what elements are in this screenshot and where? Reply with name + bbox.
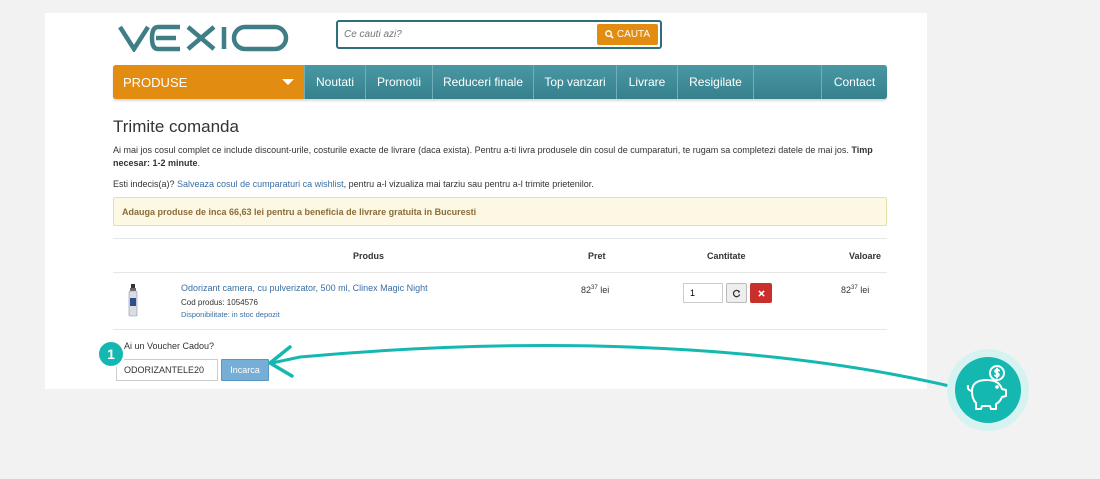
product-value: 8237 lei [841, 285, 869, 295]
value-int: 82 [841, 285, 852, 295]
wishlist-link[interactable]: Salveaza cosul de cumparaturi ca wishlis… [177, 179, 344, 189]
product-name-link[interactable]: Odorizant camera, cu pulverizator, 500 m… [181, 283, 428, 293]
free-shipping-notice: Adauga produse de inca 66,63 lei pentru … [113, 197, 887, 226]
table-row: Odorizant camera, cu pulverizator, 500 m… [113, 273, 887, 330]
value-currency: lei [860, 285, 870, 295]
product-code: Cod produs: 1054576 [181, 298, 258, 307]
checkout-section: Trimite comanda Ai mai jos cosul complet… [113, 117, 887, 226]
header-value: Valoare [849, 251, 882, 261]
products-menu-label: PRODUSE [123, 74, 188, 90]
quantity-input[interactable] [683, 283, 723, 303]
nav-item-top-vanzari[interactable]: Top vanzari [533, 65, 616, 99]
voucher-apply-button[interactable]: Incarca [221, 359, 269, 381]
nav-item-livrare[interactable]: Livrare [616, 65, 677, 99]
nav-item-empty [753, 65, 821, 99]
search-icon [605, 30, 614, 39]
nav-item-noutati[interactable]: Noutati [304, 65, 365, 99]
refresh-icon [732, 289, 741, 297]
product-price: 8237 lei [581, 285, 609, 295]
page-title: Trimite comanda [113, 117, 239, 136]
price-dec: 37 [591, 285, 598, 291]
nav-item-promotii[interactable]: Promotii [365, 65, 432, 99]
nav-item-contact[interactable]: Contact [821, 65, 887, 99]
search-button[interactable]: CAUTA [597, 24, 658, 45]
product-availability: Disponibilitate: in stoc depozit [181, 310, 280, 319]
value-dec: 37 [851, 285, 858, 291]
product-thumbnail[interactable] [127, 284, 139, 318]
close-icon [757, 289, 765, 297]
undecided-text: Esti indecis(a)? Salveaza cosul de cumpa… [113, 179, 887, 189]
table-header: Produs Pret Cantitate Valoare [113, 238, 887, 273]
search-bar: CAUTA [336, 20, 662, 49]
search-input[interactable] [344, 26, 594, 43]
price-int: 82 [581, 285, 592, 295]
intro-text: Ai mai jos cosul complet ce include disc… [113, 145, 849, 155]
checkout-intro: Ai mai jos cosul complet ce include disc… [113, 145, 873, 168]
undecided-prefix: Esti indecis(a)? [113, 179, 178, 189]
logo[interactable] [118, 24, 293, 52]
undecided-suffix: , pentru a-l vizualiza mai tarziu sau pe… [343, 179, 594, 189]
price-currency: lei [600, 285, 610, 295]
refresh-quantity-button[interactable] [726, 283, 747, 303]
voucher-question: Ai un Voucher Cadou? [124, 341, 215, 351]
header-product: Produs [353, 251, 385, 261]
remove-item-button[interactable] [750, 283, 772, 303]
voucher-code-input[interactable] [116, 359, 218, 381]
nav-item-reduceri-finale[interactable]: Reduceri finale [432, 65, 533, 99]
header-price: Pret [588, 251, 606, 261]
products-menu[interactable]: PRODUSE [113, 65, 304, 99]
cart-table: Produs Pret Cantitate Valoare Odorizant … [113, 238, 887, 330]
step-number-badge: 1 [97, 340, 125, 368]
nav-item-resigilate[interactable]: Resigilate [677, 65, 753, 99]
chevron-down-icon [282, 79, 294, 85]
header-quantity: Cantitate [707, 251, 746, 261]
main-nav: PRODUSE Noutati Promotii Reduceri finale… [113, 65, 887, 99]
search-button-label: CAUTA [616, 29, 651, 40]
piggy-bank-icon [947, 349, 1029, 431]
